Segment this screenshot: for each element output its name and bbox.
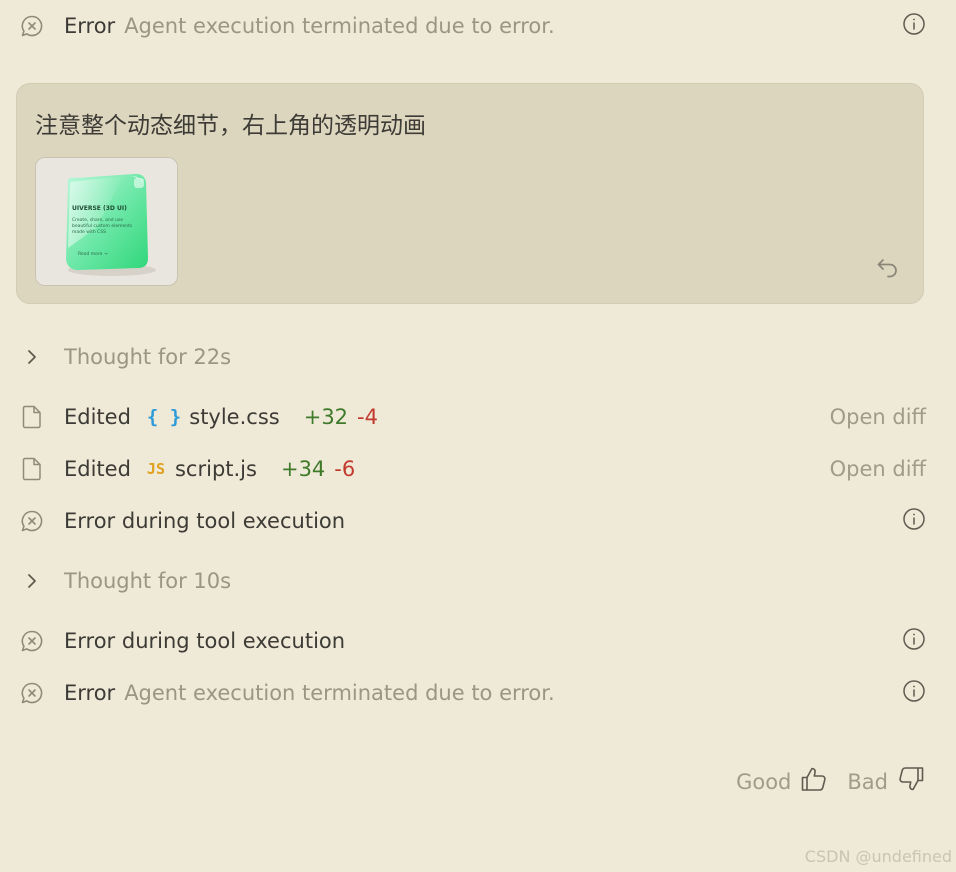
open-diff-button[interactable]: Open diff [830,405,926,429]
user-message-card: 注意整个动态细节，右上角的透明动画 UIVERSE (3D UI) Create… [16,83,924,304]
bad-feedback-button[interactable]: Bad [847,764,926,799]
tool-error-row: Error during tool execution [0,621,956,661]
good-feedback-button[interactable]: Good [736,764,829,799]
tool-error-label: Error during tool execution [64,629,346,653]
watermark: CSDN @undefined [804,847,952,866]
error-detail: Agent execution terminated due to error. [124,681,555,705]
lines-removed: -4 [357,405,378,429]
info-circle-icon[interactable] [902,507,926,536]
chevron-right-icon[interactable] [18,567,46,595]
thought-row[interactable]: Thought for 10s [0,561,956,601]
open-diff-button[interactable]: Open diff [830,457,926,481]
edited-file-row: Edited { } style.css +32 -4 Open diff [0,397,956,437]
lines-added: +32 [303,405,349,429]
info-circle-icon[interactable] [902,679,926,708]
thumbs-up-icon [791,764,829,799]
info-circle-icon[interactable] [902,12,926,41]
thought-label: Thought for 10s [64,569,232,593]
error-row-bottom: Error Agent execution terminated due to … [0,673,956,713]
error-label: Error [64,14,116,38]
tool-error-label: Error during tool execution [64,509,346,533]
bad-label: Bad [847,769,888,794]
error-label: Error [64,681,116,705]
lines-added: +34 [280,457,326,481]
edited-label: Edited [64,457,131,481]
edited-file-row: Edited JS script.js +34 -6 Open diff [0,449,956,489]
chevron-right-icon[interactable] [18,343,46,371]
js-file-icon: JS [146,460,165,478]
chat-bubble-x-icon [18,507,46,535]
feedback-bar: Good Bad [736,764,926,799]
thumbnail-body: Create, share, and use beautiful custom … [72,218,133,235]
thumbnail-title: UIVERSE (3D UI) [72,205,127,212]
error-detail: Agent execution terminated due to error. [124,14,555,38]
good-label: Good [736,769,792,794]
edited-label: Edited [64,405,131,429]
chat-bubble-x-icon [18,627,46,655]
thumbnail-footer: Read more → [78,252,108,257]
lines-removed: -6 [334,457,356,481]
user-message-text: 注意整个动态细节，右上角的透明动画 [35,113,426,139]
attachment-thumbnail[interactable]: UIVERSE (3D UI) Create, share, and use b… [35,157,178,286]
undo-arrow-icon[interactable] [875,253,901,279]
info-circle-icon[interactable] [902,627,926,656]
thumbs-down-icon [888,764,926,799]
error-row-top: Error Agent execution terminated due to … [0,6,956,46]
file-icon [18,455,46,483]
tool-error-row: Error during tool execution [0,501,956,541]
file-icon [18,403,46,431]
chat-bubble-x-icon [18,679,46,707]
chat-bubble-x-icon [18,12,46,40]
thought-label: Thought for 22s [64,345,232,369]
thought-row[interactable]: Thought for 22s [0,337,956,377]
file-name[interactable]: style.css [189,405,279,429]
file-name[interactable]: script.js [175,457,257,481]
css-file-icon: { } [146,406,182,428]
